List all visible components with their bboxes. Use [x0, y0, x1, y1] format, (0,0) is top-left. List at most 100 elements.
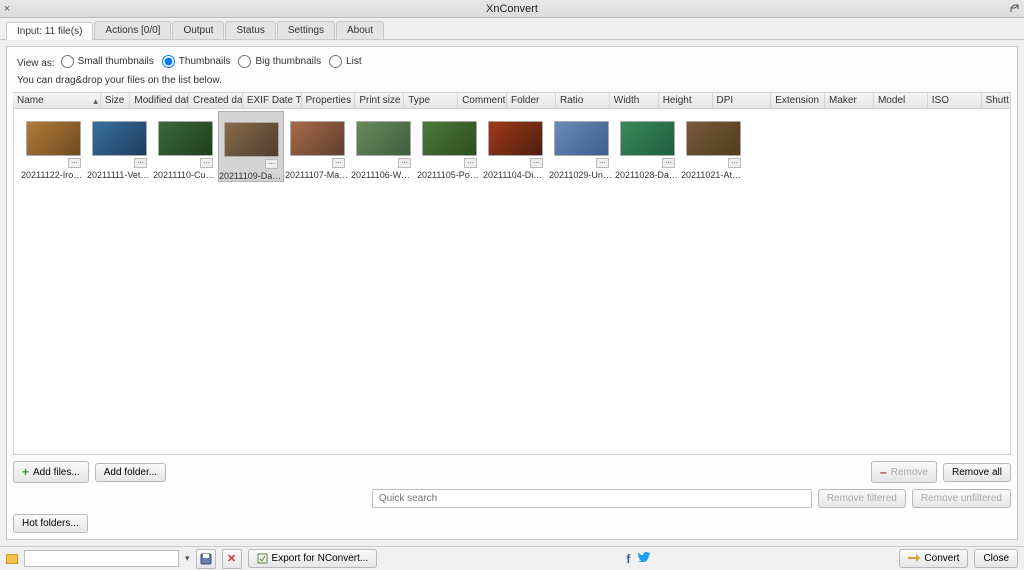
thumbnail-item[interactable]: ⋯20211110-Cumberl… — [152, 111, 218, 182]
thumbnail-item[interactable]: ⋯20211021-Atchafal… — [680, 111, 746, 182]
thumbnail-caption: 20211111-Veterans… — [87, 170, 151, 180]
thumbnail-item[interactable]: ⋯20211104-DiwaliLi… — [482, 111, 548, 182]
viewas-radio-0[interactable] — [61, 55, 74, 68]
thumbnail-caption: 20211109-DalyanT… — [219, 171, 283, 181]
thumbnail-image — [356, 121, 411, 156]
convert-button[interactable]: Convert — [899, 549, 968, 568]
thumbnail-image — [26, 121, 81, 156]
thumbnail-caption: 20211107-MackArc… — [285, 170, 349, 180]
remove-filtered-button[interactable]: Remove filtered — [818, 489, 906, 508]
viewas-option-0[interactable]: Small thumbnails — [61, 55, 154, 68]
column-header-exif-date-taken[interactable]: EXIF Date Taken — [243, 93, 302, 108]
thumbnail-badge: ⋯ — [728, 158, 741, 168]
panel-bottom: +Add files... Add folder... –Remove Remo… — [7, 455, 1017, 539]
thumbnail-badge: ⋯ — [68, 158, 81, 168]
tab-0[interactable]: Input: 11 file(s) — [6, 22, 93, 40]
column-header-folder[interactable]: Folder — [507, 93, 556, 108]
thumbnail-image — [422, 121, 477, 156]
thumbnail-image — [620, 121, 675, 156]
column-header-ratio[interactable]: Ratio — [556, 93, 610, 108]
remove-unfiltered-button[interactable]: Remove unfiltered — [912, 489, 1011, 508]
delete-preset-button[interactable]: ✕ — [222, 549, 242, 569]
window-close-button[interactable]: × — [0, 3, 14, 15]
input-panel: View as: Small thumbnails Thumbnails Big t… — [6, 46, 1018, 540]
column-header-width[interactable]: Width — [610, 93, 659, 108]
export-icon — [257, 553, 268, 564]
hot-folders-button[interactable]: Hot folders... — [13, 514, 88, 533]
sort-arrow-icon: ▴ — [93, 96, 98, 107]
thumbnail-badge: ⋯ — [265, 159, 278, 169]
thumbnail-item[interactable]: ⋯ 20211106-WANum… — [350, 111, 416, 182]
window-maximize-button[interactable] — [1010, 4, 1024, 13]
save-preset-button[interactable] — [196, 549, 216, 569]
thumbnail-caption: 20211105-PontRou… — [417, 170, 481, 180]
thumbnail-badge: ⋯ — [464, 158, 477, 168]
thumbnail-item[interactable]: ⋯20211028-Dargavs… — [614, 111, 680, 182]
column-header-modified-date[interactable]: Modified date — [130, 93, 189, 108]
thumbnail-grid[interactable]: ⋯20211122-Irohazak…⋯20211111-Veterans…⋯2… — [13, 109, 1011, 455]
tab-3[interactable]: Status — [225, 21, 275, 39]
tab-bar: Input: 11 file(s)Actions [0/0]OutputStat… — [0, 18, 1024, 40]
column-header-size[interactable]: Size — [101, 93, 130, 108]
column-header-created-date[interactable]: Created date — [189, 93, 243, 108]
thumbnail-image — [224, 122, 279, 157]
twitter-icon[interactable] — [638, 552, 650, 566]
facebook-icon[interactable]: f — [626, 552, 630, 566]
column-header-dpi[interactable]: DPI — [713, 93, 772, 108]
tab-1[interactable]: Actions [0/0] — [94, 21, 171, 39]
tab-5[interactable]: About — [336, 21, 384, 39]
thumbnail-image — [290, 121, 345, 156]
column-header-extension[interactable]: Extension — [771, 93, 825, 108]
tab-2[interactable]: Output — [172, 21, 224, 39]
column-header-properties[interactable]: Properties — [302, 93, 356, 108]
thumbnail-badge: ⋯ — [134, 158, 147, 168]
window-title: XnConvert — [14, 3, 1010, 15]
column-header-type[interactable]: Type — [404, 93, 458, 108]
thumbnail-badge: ⋯ — [200, 158, 213, 168]
folder-icon[interactable] — [6, 554, 18, 564]
tab-4[interactable]: Settings — [277, 21, 335, 39]
viewas-option-3[interactable]: List — [329, 55, 362, 68]
thumbnail-item[interactable]: ⋯ 20211122-Irohazak… — [20, 111, 86, 182]
column-header-shutt[interactable]: Shutt — [982, 93, 1011, 108]
column-header-maker[interactable]: Maker — [825, 93, 874, 108]
remove-button[interactable]: –Remove — [871, 461, 937, 483]
quick-search-input[interactable] — [372, 489, 812, 508]
thumbnail-image — [554, 121, 609, 156]
column-header-model[interactable]: Model — [874, 93, 928, 108]
thumbnail-badge: ⋯ — [662, 158, 675, 168]
preset-chevron-icon[interactable]: ▾ — [185, 553, 190, 564]
thumbnail-item[interactable]: ⋯20211029-Unkindn… — [548, 111, 614, 182]
thumbnail-image — [92, 121, 147, 156]
close-button[interactable]: Close — [974, 549, 1018, 568]
thumbnail-caption: 20211106-WANum… — [351, 170, 415, 180]
drop-hint: You can drag&drop your files on the list… — [7, 73, 1017, 92]
viewas-radio-2[interactable] — [238, 55, 251, 68]
add-folder-button[interactable]: Add folder... — [95, 463, 166, 482]
thumbnail-item[interactable]: ⋯ 20211105-PontRou… — [416, 111, 482, 182]
column-header-print-size[interactable]: Print size — [355, 93, 404, 108]
viewas-option-2[interactable]: Big thumbnails — [238, 55, 321, 68]
column-header-height[interactable]: Height — [659, 93, 713, 108]
thumbnail-badge: ⋯ — [398, 158, 411, 168]
export-nconvert-button[interactable]: Export for NConvert... — [248, 549, 378, 568]
minus-icon: – — [880, 465, 887, 479]
statusbar: ▾ ✕ Export for NConvert... f Convert Clo… — [0, 546, 1024, 570]
thumbnail-caption: 20211122-Irohazak… — [21, 170, 85, 180]
view-as-label: View as: — [17, 58, 55, 69]
column-header-name[interactable]: Name▴ — [13, 93, 101, 108]
thumbnail-item[interactable]: ⋯ 20211107-MackArc… — [284, 111, 350, 182]
thumbnail-item[interactable]: ⋯ 20211111-Veterans… — [86, 111, 152, 182]
add-files-button[interactable]: +Add files... — [13, 461, 89, 483]
viewas-radio-1[interactable] — [162, 55, 175, 68]
thumbnail-badge: ⋯ — [332, 158, 345, 168]
viewas-radio-3[interactable] — [329, 55, 342, 68]
remove-all-button[interactable]: Remove all — [943, 463, 1011, 482]
column-header-comment[interactable]: Comment — [458, 93, 507, 108]
preset-dropdown[interactable] — [24, 550, 179, 567]
titlebar: × XnConvert — [0, 0, 1024, 18]
thumbnail-image — [686, 121, 741, 156]
thumbnail-item[interactable]: ⋯ 20211109-DalyanT… — [218, 111, 284, 182]
viewas-option-1[interactable]: Thumbnails — [162, 55, 231, 68]
column-header-iso[interactable]: ISO — [928, 93, 982, 108]
